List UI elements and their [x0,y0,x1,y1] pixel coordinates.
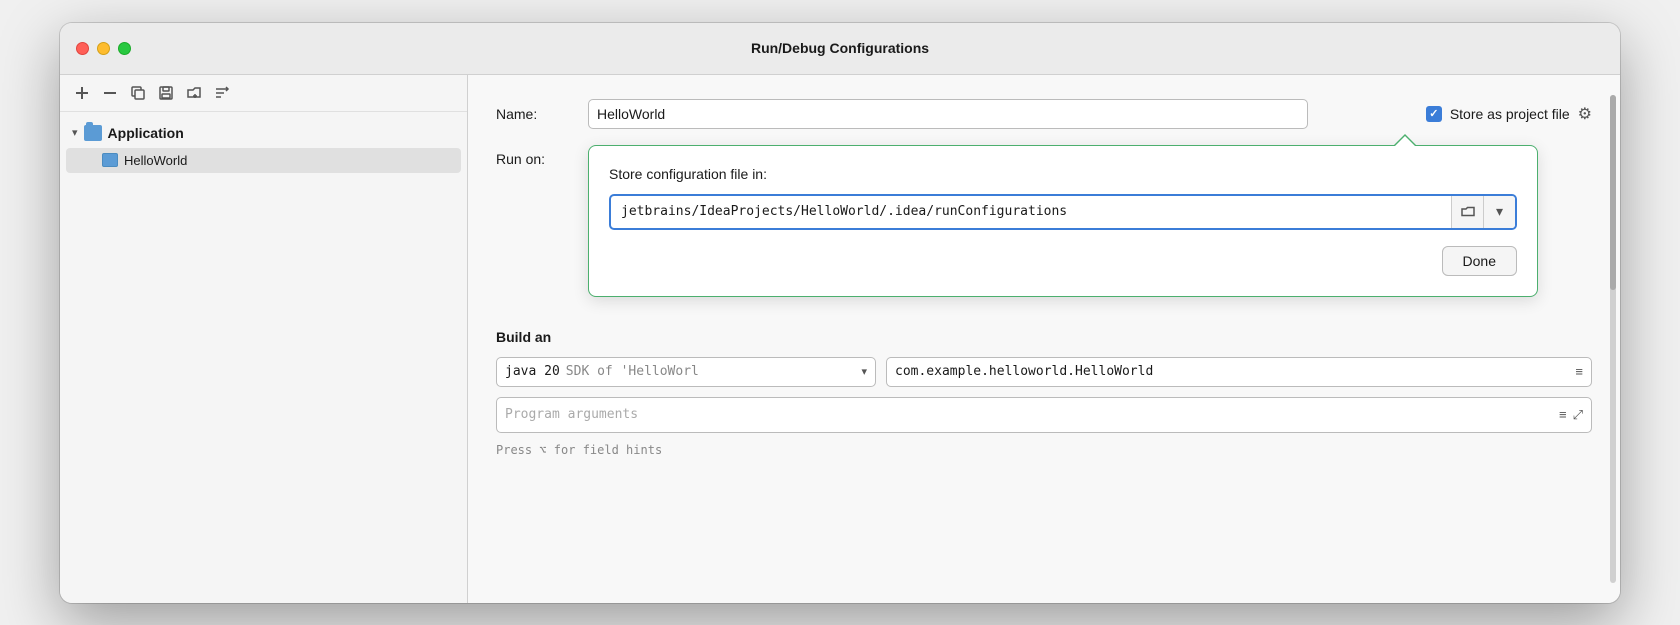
new-folder-button[interactable] [186,85,202,101]
main-class-row: com.example.helloworld.HelloWorld ≡ [886,357,1592,387]
program-args-browse-icon[interactable]: ≡ [1559,407,1567,422]
scrollbar[interactable] [1610,95,1616,583]
hints-text: Press ⌥ for field hints [496,443,662,457]
traffic-lights [76,42,131,55]
minimize-button[interactable] [97,42,110,55]
done-button[interactable]: Done [1442,246,1517,276]
chevron-down-icon: ▾ [72,126,78,139]
copy-config-button[interactable] [130,85,146,101]
sidebar: ▾ Application HelloWorld [60,75,468,603]
name-label: Name: [496,106,576,122]
run-on-row: Run on: Store configuration file in: ▾ [496,145,1592,297]
close-button[interactable] [76,42,89,55]
sidebar-toolbar [60,75,467,112]
jdk-selector[interactable]: java 20 SDK of 'HelloWorl ▾ [496,357,876,387]
window-title: Run/Debug Configurations [751,40,929,56]
sidebar-tree: ▾ Application HelloWorld [60,112,467,603]
gear-icon[interactable]: ⚙ [1578,104,1592,124]
popup-path-row: ▾ [609,194,1517,230]
maximize-button[interactable] [118,42,131,55]
hints-row: Press ⌥ for field hints [496,441,1592,459]
jdk-sdk-text: SDK of 'HelloWorl [566,364,699,379]
sidebar-item-helloworld[interactable]: HelloWorld [66,148,461,173]
expand-icon[interactable]: ⤢ [1573,407,1583,423]
dropdown-button[interactable]: ▾ [1483,196,1515,228]
store-project-checkbox[interactable] [1426,106,1442,122]
sidebar-group-application[interactable]: ▾ Application [60,120,467,146]
right-panel: Name: Store as project file ⚙ Run on: St… [468,75,1620,603]
main-class-value: com.example.helloworld.HelloWorld [895,364,1569,379]
jdk-version: java 20 [505,364,560,379]
main-class-browse-icon[interactable]: ≡ [1575,364,1583,379]
application-folder-icon [84,125,102,141]
program-args-placeholder: Program arguments [505,407,1553,422]
main-content: ▾ Application HelloWorld Name: Store as … [60,75,1620,603]
browse-folder-button[interactable] [1451,196,1483,228]
item-icon [102,153,118,167]
popup-path-input[interactable] [611,196,1451,228]
item-label: HelloWorld [124,153,187,168]
store-project-label: Store as project file [1450,106,1570,122]
remove-config-button[interactable] [102,85,118,101]
save-config-button[interactable] [158,85,174,101]
run-on-label: Run on: [496,151,576,167]
group-label: Application [108,125,184,141]
store-config-popup: Store configuration file in: ▾ Done [588,145,1538,297]
titlebar: Run/Debug Configurations [60,23,1620,75]
scrollbar-thumb [1610,95,1616,290]
popup-title: Store configuration file in: [609,166,1517,182]
popup-footer: Done [609,246,1517,276]
jdk-row: java 20 SDK of 'HelloWorl ▾ com.example.… [496,357,1592,387]
build-section: Build an java 20 SDK of 'HelloWorl ▾ com… [496,329,1592,459]
build-label: Build an [496,329,1592,345]
sort-button[interactable] [214,85,230,101]
app-window: Run/Debug Configurations [60,23,1620,603]
popup-container: Store configuration file in: ▾ Done [588,145,1592,297]
store-project-row: Store as project file ⚙ [1426,104,1592,124]
name-input[interactable] [588,99,1308,129]
jdk-chevron-icon: ▾ [861,365,867,378]
name-row: Name: Store as project file ⚙ [496,99,1592,129]
add-config-button[interactable] [74,85,90,101]
program-args-row[interactable]: Program arguments ≡ ⤢ [496,397,1592,433]
